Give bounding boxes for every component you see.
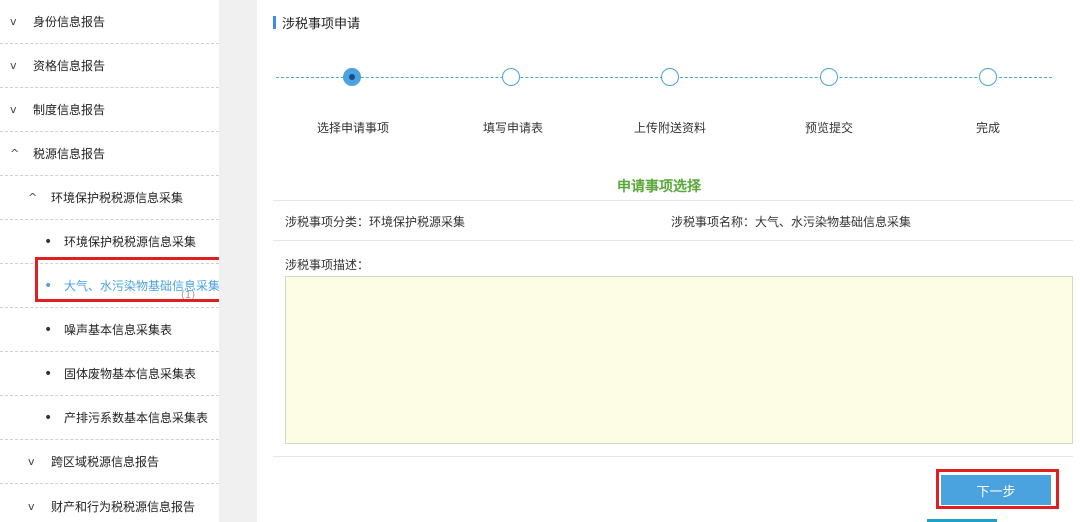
sidebar-item-label: 制度信息报告 bbox=[33, 103, 106, 117]
sidebar-item-label: 税源信息报告 bbox=[33, 147, 106, 161]
sidebar-item-env-tax-group[interactable]: ^ 环境保护税税源信息采集 bbox=[0, 176, 219, 220]
step-label-1: 选择申请事项 bbox=[317, 121, 390, 135]
sidebar-item-label: 跨区域税源信息报告 bbox=[51, 455, 160, 469]
highlight-box-sidebar bbox=[35, 257, 224, 302]
bullet-icon: • bbox=[44, 321, 53, 338]
sidebar-item-cross-region[interactable]: v 跨区域税源信息报告 bbox=[0, 440, 219, 484]
sidebar-item-emission-factor[interactable]: • 产排污系数基本信息采集表 bbox=[0, 396, 219, 440]
tax-item-name: 涉税事项名称：大气、水污染物基础信息采集 bbox=[671, 215, 912, 229]
sidebar-item-solid-waste[interactable]: • 固体废物基本信息采集表 bbox=[0, 352, 219, 396]
step-label-5: 完成 bbox=[976, 121, 1001, 135]
sidebar: v 身份信息报告 v 资格信息报告 v 制度信息报告 ^ 税源信息报告 ^ 环境… bbox=[0, 0, 224, 522]
sidebar-item-noise[interactable]: • 噪声基本信息采集表 bbox=[0, 308, 219, 352]
sidebar-item-label: 环境保护税税源信息采集 bbox=[64, 235, 197, 249]
chevron-down-icon: v bbox=[10, 103, 17, 116]
page-title-text: 涉税事项申请 bbox=[282, 16, 361, 32]
sidebar-item-identity[interactable]: v 身份信息报告 bbox=[0, 0, 219, 44]
highlight-box-next bbox=[936, 469, 1059, 509]
chevron-up-icon: ^ bbox=[10, 147, 20, 160]
desc-label: 涉税事项描述： bbox=[285, 258, 370, 272]
sidebar-item-qualification[interactable]: v 资格信息报告 bbox=[0, 44, 219, 88]
tax-item-category: 涉税事项分类：环境保护税源采集 bbox=[285, 215, 466, 229]
step-circle-1 bbox=[343, 68, 361, 86]
sidebar-item-label: 身份信息报告 bbox=[33, 15, 106, 29]
step-label-4: 预览提交 bbox=[805, 121, 854, 135]
step-circle-2 bbox=[502, 68, 520, 86]
step-label-3: 上传附送资料 bbox=[634, 121, 707, 135]
section-title: 申请事项选择 bbox=[617, 179, 701, 195]
sidebar-item-tax-source[interactable]: ^ 税源信息报告 bbox=[0, 132, 219, 176]
bullet-icon: • bbox=[44, 365, 53, 382]
chevron-up-icon: ^ bbox=[28, 191, 38, 204]
page-title: 涉税事项申请 bbox=[273, 14, 361, 32]
bullet-icon: • bbox=[44, 233, 53, 250]
step-circle-3 bbox=[661, 68, 679, 86]
info-row: 涉税事项分类：环境保护税源采集 涉税事项名称：大气、水污染物基础信息采集 bbox=[273, 213, 1073, 233]
step-circle-4 bbox=[820, 68, 838, 86]
chevron-down-icon: v bbox=[10, 15, 17, 28]
sidebar-item-label: 产排污系数基本信息采集表 bbox=[64, 411, 209, 425]
chevron-down-icon: v bbox=[10, 59, 17, 72]
sidebar-item-system[interactable]: v 制度信息报告 bbox=[0, 88, 219, 132]
sidebar-item-label: 资格信息报告 bbox=[33, 59, 106, 73]
title-accent-bar bbox=[273, 15, 276, 29]
main-panel: 涉税事项申请 选择申请事项 填写申请表 上传附送资料 预览提交 完成 申请事项选… bbox=[257, 0, 1080, 522]
sidebar-item-label: 固体废物基本信息采集表 bbox=[64, 367, 197, 381]
content-gutter bbox=[219, 0, 257, 522]
chevron-down-icon: v bbox=[28, 455, 35, 468]
divider bbox=[273, 200, 1073, 201]
sidebar-item-label: 噪声基本信息采集表 bbox=[64, 323, 173, 337]
sidebar-item-label: 环境保护税税源信息采集 bbox=[51, 191, 184, 205]
sidebar-item-label: 财产和行为税税源信息报告 bbox=[51, 499, 196, 514]
sidebar-item-property-behavior[interactable]: v 财产和行为税税源信息报告 bbox=[0, 484, 219, 522]
divider bbox=[273, 456, 1073, 457]
step-circle-5 bbox=[979, 68, 997, 86]
divider bbox=[273, 240, 1073, 241]
tax-item-description bbox=[285, 276, 1073, 444]
chevron-down-icon: v bbox=[28, 499, 35, 513]
bullet-icon: • bbox=[44, 409, 53, 426]
step-label-2: 填写申请表 bbox=[483, 121, 544, 135]
